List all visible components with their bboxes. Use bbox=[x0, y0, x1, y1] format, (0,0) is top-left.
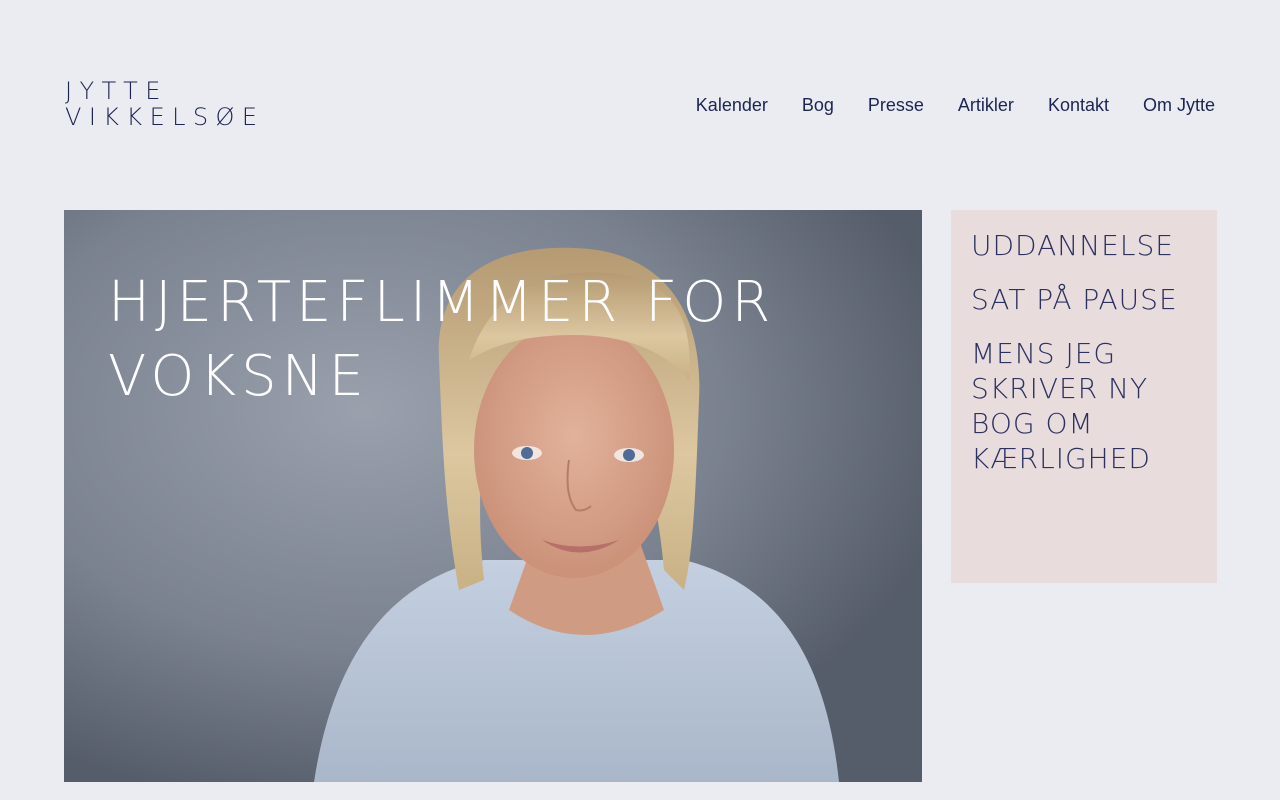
hero-title: HJERTEFLIMMER FOR VOKSNE bbox=[108, 270, 776, 409]
sidebar-item-sat-paa-pause[interactable]: SAT PÅ PAUSE bbox=[971, 282, 1197, 317]
logo-line-first-name: JYTTE bbox=[65, 77, 168, 105]
logo-line-last-name: VIKKELSØE bbox=[65, 103, 265, 131]
sidebar-item-uddannelse[interactable]: UDDANNELSE bbox=[971, 228, 1197, 263]
site-logo[interactable]: JYTTE VIKKELSØE bbox=[65, 78, 264, 130]
nav-item-kalender[interactable]: Kalender bbox=[696, 94, 768, 116]
sidebar-item-ny-bog[interactable]: MENS JEG SKRIVER NY BOG OM KÆRLIGHED bbox=[971, 336, 1197, 476]
nav-item-artikler[interactable]: Artikler bbox=[958, 94, 1014, 116]
nav-item-om-jytte[interactable]: Om Jytte bbox=[1143, 94, 1215, 116]
main-navigation: Kalender Bog Presse Artikler Kontakt Om … bbox=[696, 94, 1215, 116]
sidebar-menu: UDDANNELSE SAT PÅ PAUSE MENS JEG SKRIVER… bbox=[951, 210, 1217, 583]
nav-item-presse[interactable]: Presse bbox=[868, 94, 924, 116]
nav-item-bog[interactable]: Bog bbox=[802, 94, 834, 116]
nav-item-kontakt[interactable]: Kontakt bbox=[1048, 94, 1109, 116]
hero-banner[interactable]: HJERTEFLIMMER FOR VOKSNE bbox=[64, 210, 922, 782]
